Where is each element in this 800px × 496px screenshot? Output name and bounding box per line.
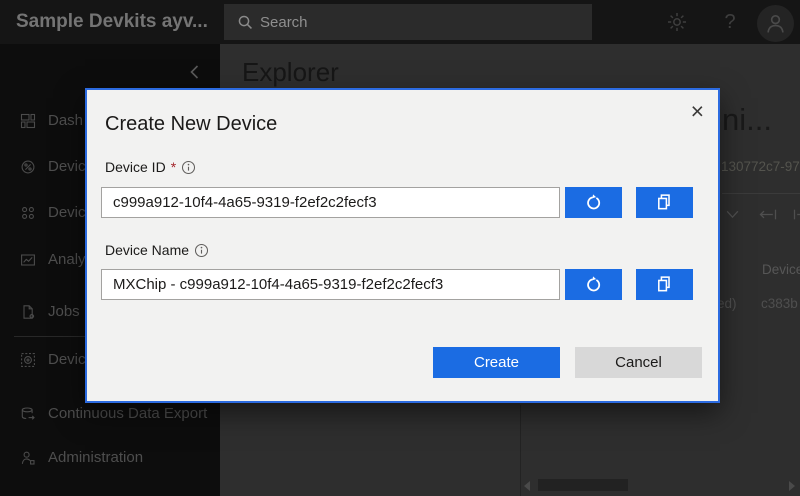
sidebar-item-label: Jobs xyxy=(48,303,80,320)
page-title: Explorer xyxy=(242,57,339,87)
device-sets-icon xyxy=(22,207,34,219)
sidebar-item-label: Analy xyxy=(48,251,86,268)
help-button[interactable]: ? xyxy=(720,10,740,34)
create-device-modal: × Create New Device Device ID * c999a912… xyxy=(85,88,720,403)
device-id-input[interactable] xyxy=(101,187,560,218)
horizontal-scrollbar-thumb[interactable] xyxy=(538,479,628,491)
scrollbar-right-arrow[interactable] xyxy=(789,481,795,491)
search-input[interactable] xyxy=(260,4,580,40)
copy-device-name-button[interactable] xyxy=(636,269,693,300)
device-name-input[interactable] xyxy=(101,269,560,300)
device-id-label: Device ID xyxy=(105,159,166,175)
device-name-label-row: Device Name xyxy=(105,242,209,258)
jobs-icon xyxy=(23,305,35,319)
table-row-device-id: c383b xyxy=(761,296,798,311)
question-icon: ? xyxy=(724,11,736,33)
sidebar-item-label: Devic xyxy=(48,158,86,175)
table-column-header: Device xyxy=(762,262,800,277)
sidebar-item-label: Administration xyxy=(48,449,144,466)
expand-panel-button[interactable] xyxy=(792,207,800,227)
device-detail-id: 130772c7-97 xyxy=(721,159,800,174)
device-explorer-icon xyxy=(21,160,35,174)
topbar: Sample Devkits ayv... ? xyxy=(0,0,800,44)
device-detail-title: ni... xyxy=(722,102,772,137)
search-box[interactable] xyxy=(224,4,592,40)
user-avatar[interactable] xyxy=(757,5,794,42)
app-title: Sample Devkits ayv... xyxy=(16,11,208,32)
dropdown-toggle[interactable] xyxy=(725,207,740,227)
bar-arrow-right-icon xyxy=(793,209,800,220)
required-asterisk: * xyxy=(170,159,177,175)
chevron-left-icon xyxy=(190,65,199,79)
device-name-label: Device Name xyxy=(105,242,190,258)
regenerate-device-name-button[interactable] xyxy=(565,269,622,300)
copy-icon xyxy=(658,276,670,292)
copy-device-id-button[interactable] xyxy=(636,187,693,218)
modal-title: Create New Device xyxy=(105,113,278,135)
analytics-icon xyxy=(21,254,35,266)
collapse-panel-button[interactable] xyxy=(758,207,778,227)
create-button[interactable]: Create xyxy=(433,347,560,378)
refresh-icon xyxy=(587,194,601,210)
info-icon[interactable] xyxy=(181,160,196,175)
scrollbar-left-arrow[interactable] xyxy=(524,481,530,491)
chevron-down-icon xyxy=(726,210,739,219)
info-icon[interactable] xyxy=(194,243,209,258)
sidebar-item-label: Continuous Data Export xyxy=(48,405,208,422)
panel-divider xyxy=(520,405,521,496)
sidebar-item-administration[interactable]: Administration xyxy=(0,445,220,471)
gear-icon xyxy=(668,13,686,31)
search-icon xyxy=(238,15,252,29)
dashboard-icon xyxy=(20,113,36,129)
administration-icon xyxy=(21,451,35,465)
close-icon[interactable]: × xyxy=(691,100,704,123)
sidebar-item-continuous-data-export[interactable]: Continuous Data Export xyxy=(0,401,220,427)
cancel-button[interactable]: Cancel xyxy=(575,347,702,378)
device-id-label-row: Device ID * xyxy=(105,159,196,175)
sidebar-collapse-button[interactable] xyxy=(188,64,204,80)
data-export-icon xyxy=(21,407,35,420)
regenerate-device-id-button[interactable] xyxy=(565,187,622,218)
detail-divider xyxy=(722,193,800,194)
person-icon xyxy=(767,15,784,33)
sidebar-item-label: Devic xyxy=(48,204,86,221)
sidebar-item-label: Devic xyxy=(48,351,86,368)
sidebar-item-label: Dash xyxy=(48,112,84,129)
copy-icon xyxy=(658,194,670,210)
app-screen: Sample Devkits ayv... ? xyxy=(0,0,800,496)
arrow-left-bar-icon xyxy=(759,209,777,220)
settings-button[interactable] xyxy=(665,10,689,34)
refresh-icon xyxy=(587,276,601,292)
device-templates-icon xyxy=(21,353,35,367)
